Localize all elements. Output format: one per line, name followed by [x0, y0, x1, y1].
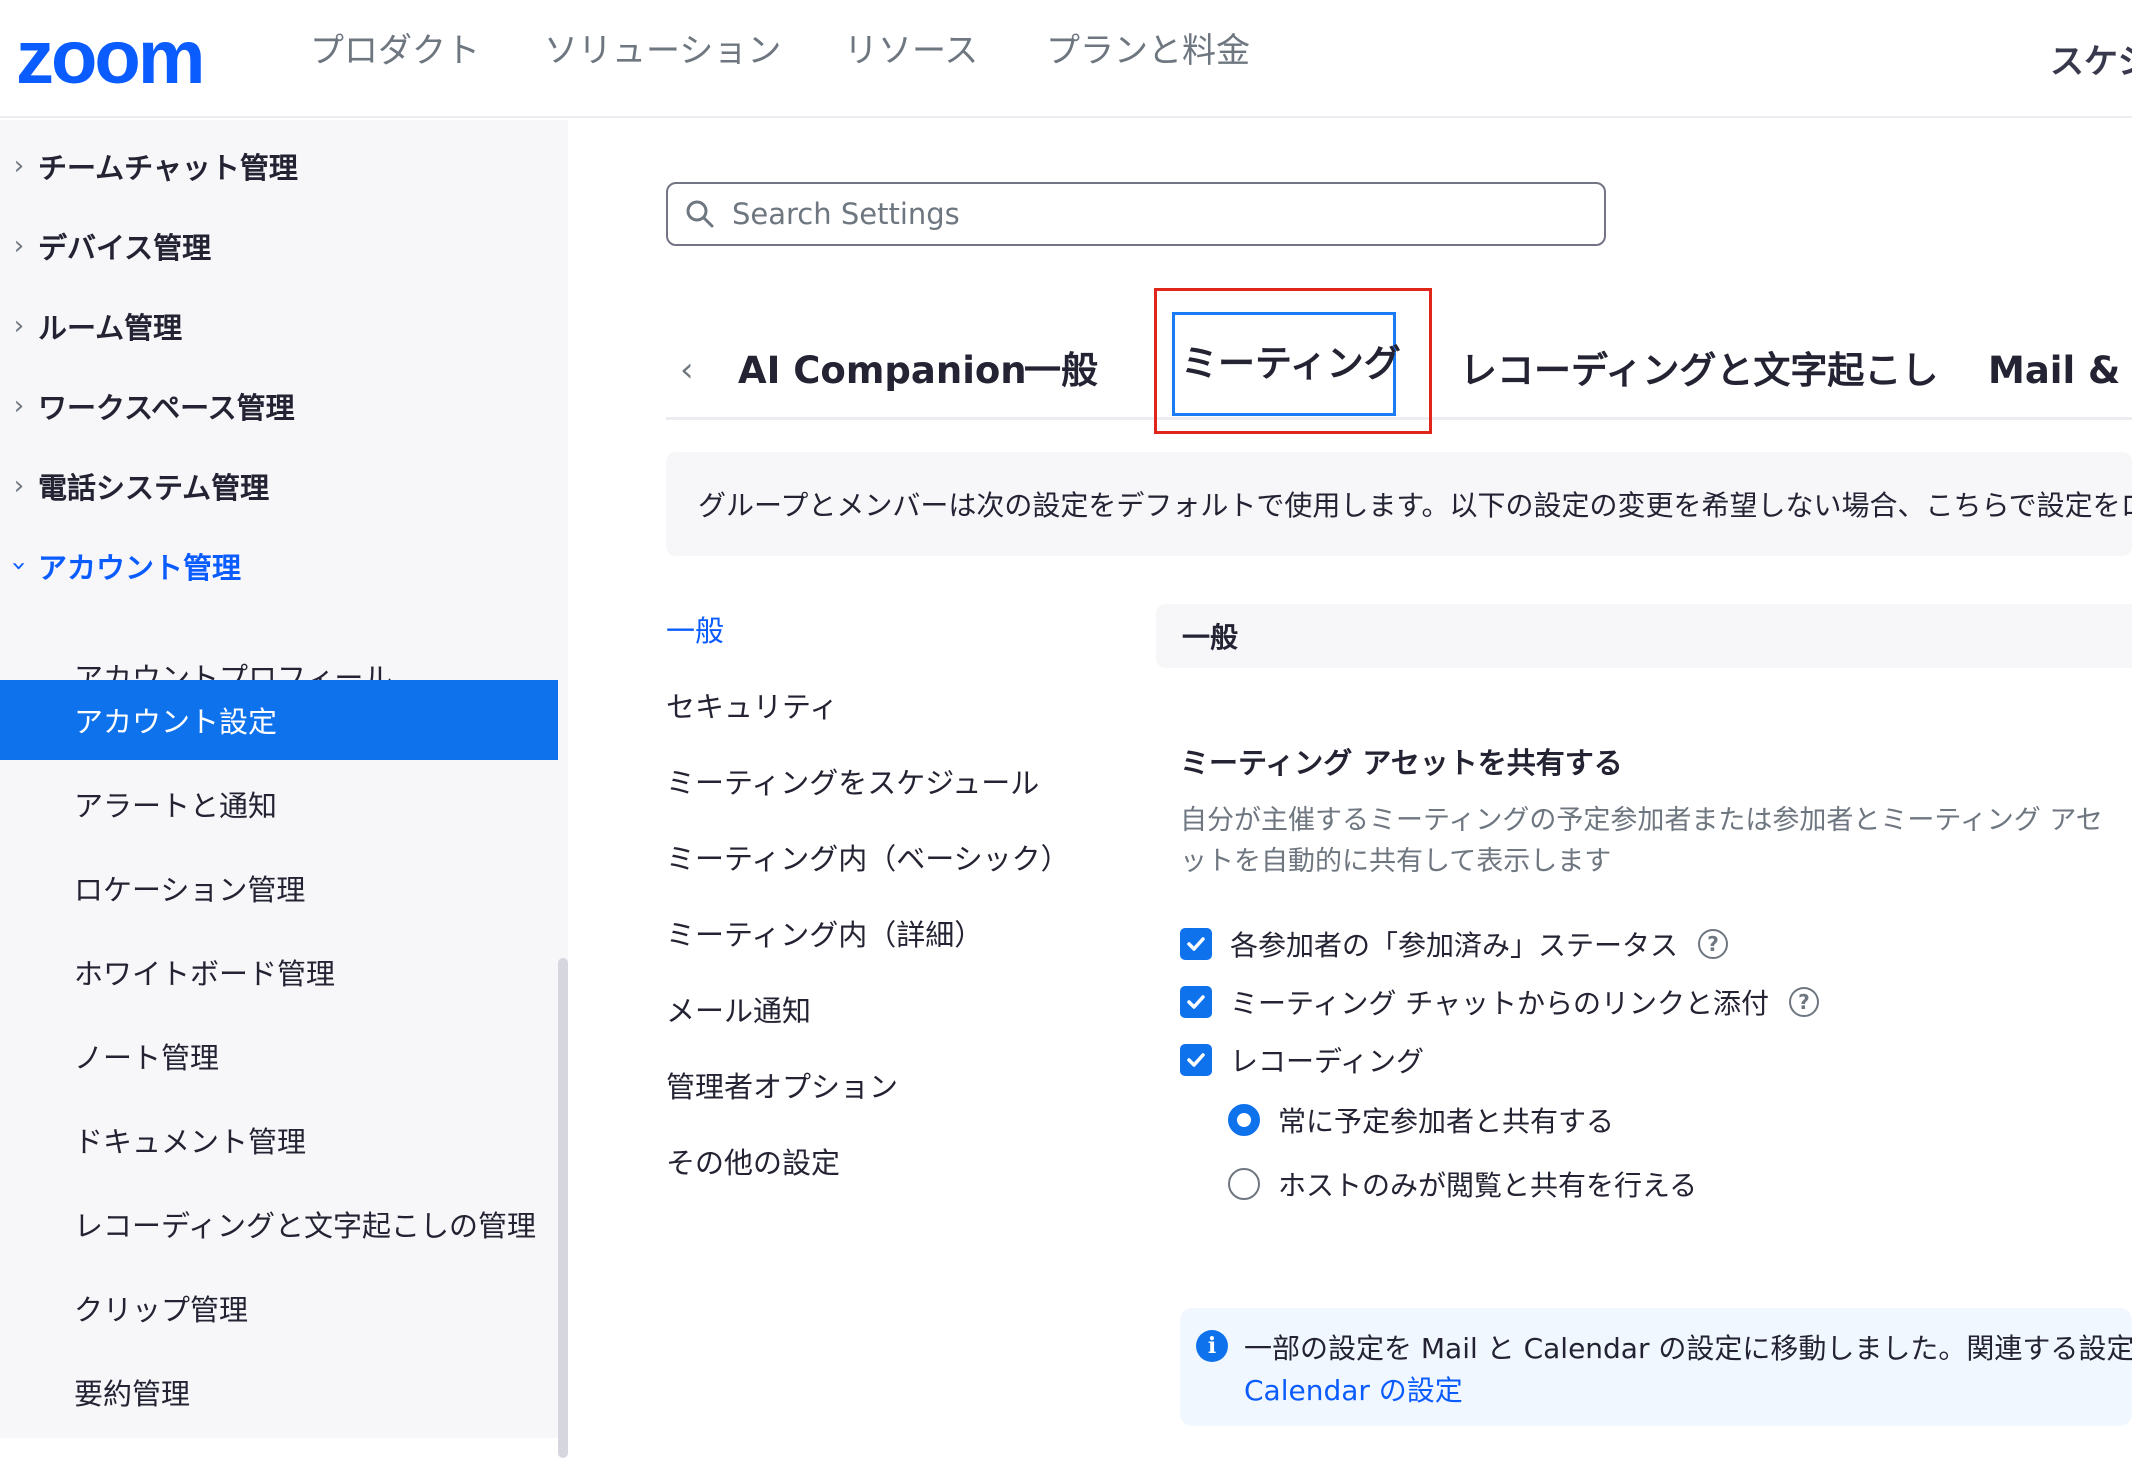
- sidebar-group-phone-system[interactable]: › 電話システム管理: [0, 458, 560, 514]
- sidebar-group-label: デバイス管理: [38, 231, 212, 265]
- search-icon: [668, 199, 732, 229]
- nav-schedule[interactable]: スケジ: [2050, 34, 2132, 83]
- setting-description-line: 自分が主催するミーティングの予定参加者または参加者とミーティング アセ: [1180, 805, 2103, 836]
- highlight-annotation: [1154, 288, 1432, 434]
- sidebar-group-label: アカウント管理: [38, 551, 242, 585]
- nav-resources[interactable]: リソース: [844, 30, 978, 72]
- subnav-email-notification[interactable]: メール通知: [666, 988, 811, 1030]
- radio-row-share-always[interactable]: 常に予定参加者と共有する: [1228, 1100, 1614, 1140]
- checkbox-checked[interactable]: [1180, 1044, 1212, 1076]
- sidebar-item-recordings[interactable]: レコーディングと文字起こしの管理: [0, 1184, 558, 1264]
- subnav-in-meeting-advanced[interactable]: ミーティング内（詳細）: [666, 912, 983, 954]
- sidebar-group-label: チームチャット管理: [38, 151, 298, 185]
- sidebar: › チームチャット管理 › デバイス管理 › ルーム管理 › ワークスペース管理…: [0, 120, 568, 1458]
- checkbox-label: レコーディング: [1230, 1045, 1425, 1078]
- subnav-other-settings[interactable]: その他の設定: [666, 1140, 840, 1182]
- sidebar-group-label: ワークスペース管理: [38, 391, 295, 425]
- nav-plans-pricing[interactable]: プランと料金: [1046, 30, 1250, 72]
- sidebar-item-alerts[interactable]: アラートと通知: [0, 764, 558, 844]
- chevron-right-icon: ›: [13, 311, 25, 341]
- info-banner: i 一部の設定を Mail と Calendar の設定に移動しました。関連する…: [1180, 1308, 2132, 1426]
- help-icon[interactable]: ?: [1698, 929, 1729, 959]
- section-header: 一般: [1156, 604, 2132, 668]
- tab-mail-calendar[interactable]: Mail & Ca: [1988, 346, 2132, 396]
- sidebar-item-documents[interactable]: ドキュメント管理: [0, 1100, 558, 1180]
- radio-label: 常に予定参加者と共有する: [1278, 1105, 1615, 1138]
- sidebar-group-label: ルーム管理: [38, 311, 183, 345]
- sidebar-item-clips[interactable]: クリップ管理: [0, 1268, 558, 1348]
- sidebar-item-whiteboard[interactable]: ホワイトボード管理: [0, 932, 558, 1012]
- search-box[interactable]: [666, 182, 1606, 246]
- sidebar-item-locations[interactable]: ロケーション管理: [0, 848, 558, 928]
- checkbox-label: ミーティング チャットからのリンクと添付: [1230, 987, 1769, 1020]
- radio-row-host-only[interactable]: ホストのみが閲覧と共有を行える: [1228, 1164, 1697, 1204]
- checkbox-row-recording[interactable]: レコーディング: [1180, 1040, 1424, 1080]
- help-icon[interactable]: ?: [1788, 987, 1819, 1017]
- checkbox-row-joined-status[interactable]: 各参加者の「参加済み」ステータス ?: [1180, 924, 1729, 964]
- calendar-settings-link[interactable]: Calendar の設定: [1244, 1370, 1463, 1412]
- sidebar-item-account-settings[interactable]: アカウント設定: [0, 680, 558, 760]
- sidebar-group-account[interactable]: › アカウント管理: [0, 538, 560, 594]
- sidebar-group-rooms[interactable]: › ルーム管理: [0, 298, 560, 354]
- tab-recording-transcript[interactable]: レコーディングと文字起こし: [1460, 346, 1938, 396]
- chevron-right-icon: ›: [13, 151, 25, 181]
- radio-selected[interactable]: [1228, 1104, 1260, 1136]
- subnav-schedule-meeting[interactable]: ミーティングをスケジュール: [666, 760, 1039, 802]
- checkbox-checked[interactable]: [1180, 986, 1212, 1018]
- sidebar-group-label: 電話システム管理: [38, 471, 270, 505]
- sidebar-item-summaries[interactable]: 要約管理: [0, 1352, 558, 1432]
- sidebar-scrollbar[interactable]: [558, 958, 568, 1458]
- checkbox-checked[interactable]: [1180, 928, 1212, 960]
- tab-general[interactable]: 一般: [1024, 346, 1098, 396]
- defaults-notice: グループとメンバーは次の設定をデフォルトで使用します。以下の設定の変更を希望しな…: [666, 452, 2132, 556]
- checkbox-label: 各参加者の「参加済み」ステータス: [1230, 929, 1679, 962]
- subnav-admin-options[interactable]: 管理者オプション: [666, 1064, 898, 1106]
- sidebar-group-devices[interactable]: › デバイス管理: [0, 218, 560, 274]
- setting-description-line: ットを自動的に共有して表示します: [1180, 846, 1612, 877]
- info-icon: i: [1196, 1330, 1228, 1362]
- radio-unselected[interactable]: [1228, 1168, 1260, 1200]
- sidebar-group-team-chat[interactable]: › チームチャット管理: [0, 138, 560, 194]
- search-input[interactable]: [732, 197, 1582, 231]
- sidebar-group-workspaces[interactable]: › ワークスペース管理: [0, 378, 560, 434]
- zoom-logo[interactable]: zoom: [16, 20, 205, 96]
- tab-ai-companion[interactable]: AI Companion: [738, 346, 1027, 396]
- info-text: 一部の設定を Mail と Calendar の設定に移動しました。関連する設定…: [1244, 1332, 2132, 1365]
- nav-solutions[interactable]: ソリューション: [544, 30, 781, 72]
- chevron-right-icon: ›: [13, 471, 25, 501]
- checkbox-row-chat-links[interactable]: ミーティング チャットからのリンクと添付 ?: [1180, 982, 1819, 1022]
- sidebar-item-notes[interactable]: ノート管理: [0, 1016, 558, 1096]
- subnav-security[interactable]: セキュリティ: [666, 684, 838, 726]
- nav-products[interactable]: プロダクト: [310, 30, 480, 72]
- radio-label: ホストのみが閲覧と共有を行える: [1278, 1169, 1698, 1202]
- chevron-right-icon: ›: [13, 391, 25, 421]
- setting-description: 自分が主催するミーティングの予定参加者または参加者とミーティング アセ ットを自…: [1180, 800, 2132, 882]
- chevron-left-icon[interactable]: ‹: [680, 350, 694, 390]
- chevron-right-icon: ›: [13, 231, 25, 261]
- setting-title: ミーティング アセットを共有する: [1180, 746, 1623, 780]
- subnav-in-meeting-basic[interactable]: ミーティング内（ベーシック）: [666, 836, 1070, 878]
- top-navbar: zoom プロダクト ソリューション リソース プランと料金 スケジ: [0, 0, 2132, 118]
- subnav-general[interactable]: 一般: [666, 608, 724, 650]
- chevron-down-icon: ›: [4, 560, 34, 572]
